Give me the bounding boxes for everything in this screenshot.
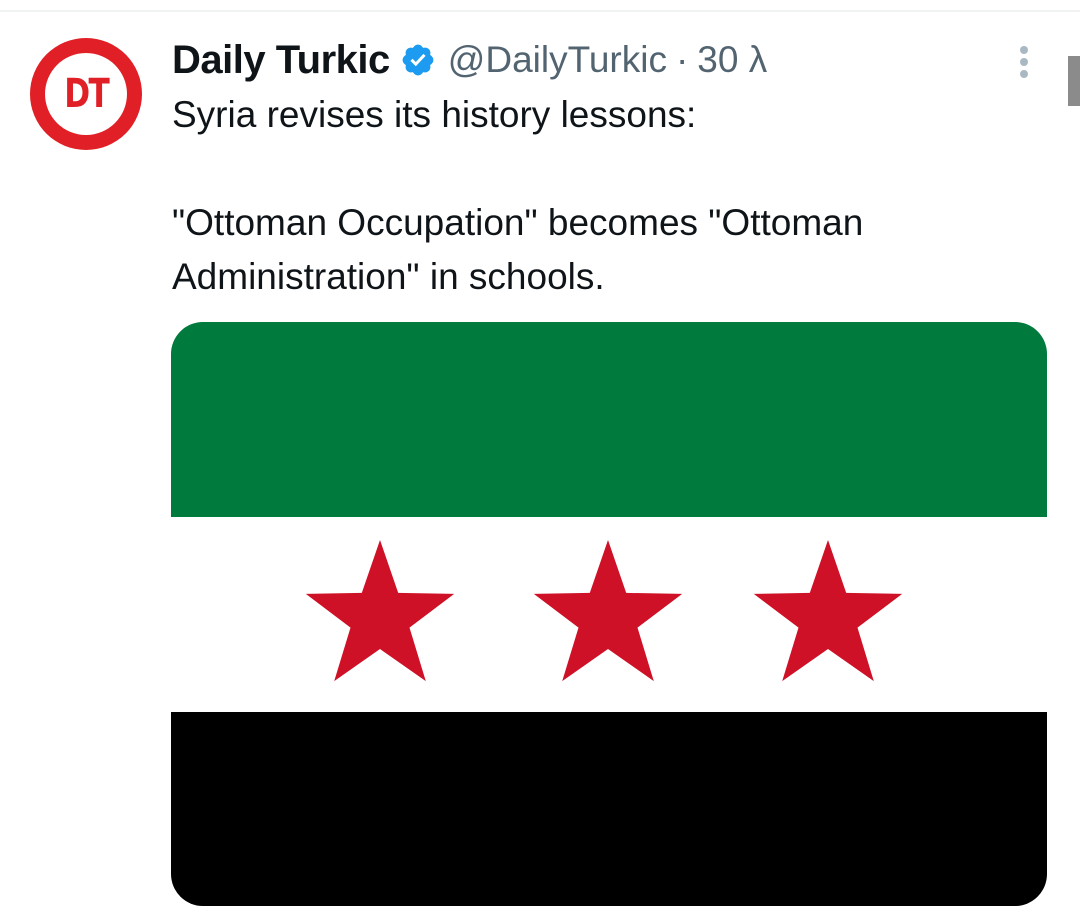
verified-badge-icon[interactable]: [400, 42, 436, 78]
avatar[interactable]: DT: [30, 38, 142, 150]
tweet-text-line-2: "Ottoman Occupation" becomes "Ottoman Ad…: [172, 202, 864, 297]
tweet-media-image[interactable]: [171, 322, 1047, 906]
header-separator: ·: [675, 39, 689, 80]
author-handle[interactable]: @DailyTurkic: [448, 39, 667, 81]
more-options-icon[interactable]: [1008, 42, 1040, 82]
tweet-text-line-1: Syria revises its history lessons:: [172, 94, 697, 135]
timestamp[interactable]: 30 λ: [697, 39, 767, 81]
scrollbar-thumb[interactable]: [1068, 56, 1080, 106]
top-divider: [0, 10, 1080, 12]
flag-stripe-black: [171, 712, 1047, 906]
avatar-logo-text: DT: [63, 71, 110, 117]
avatar-inner: DT: [45, 53, 127, 135]
flag-stripe-green: [171, 322, 1047, 517]
syria-flag-image: [171, 322, 1047, 906]
display-name[interactable]: Daily Turkic: [172, 38, 390, 83]
tweet-header: Daily Turkic @DailyTurkic · 30 λ: [172, 36, 767, 84]
tweet-text: Syria revises its history lessons: "Otto…: [172, 88, 1032, 304]
